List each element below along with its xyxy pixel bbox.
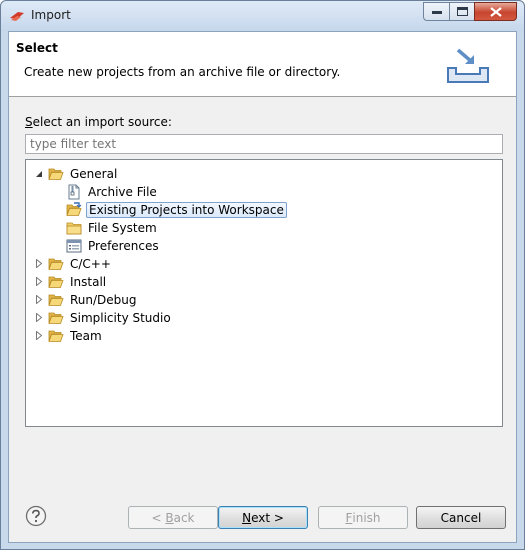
folder-open-icon xyxy=(48,310,64,326)
minimize-icon xyxy=(431,10,442,14)
tree-item-file-system[interactable]: File System xyxy=(66,219,159,236)
finish-button[interactable]: Finish xyxy=(318,506,408,529)
cancel-button[interactable]: Cancel xyxy=(416,506,506,529)
help-icon[interactable] xyxy=(25,505,47,527)
eclipse-app-icon xyxy=(10,12,24,21)
import-wizard-icon xyxy=(447,48,489,83)
tree-item-label: File System xyxy=(88,220,157,235)
back-button-mnemonic: B xyxy=(165,510,174,525)
collapsed-arrow-icon[interactable] xyxy=(34,313,44,323)
dialog-body: Select Create new projects from an archi… xyxy=(8,31,517,543)
back-button-prefix: < xyxy=(151,510,166,525)
folder-icon xyxy=(66,220,82,236)
folder-open-icon xyxy=(48,166,64,182)
folder-open-icon xyxy=(48,328,64,344)
collapsed-arrow-icon[interactable] xyxy=(34,259,44,269)
title-bar[interactable]: Import xyxy=(1,1,524,31)
back-button[interactable]: < Back xyxy=(128,506,218,529)
tree-item-archive-file[interactable]: Archive File xyxy=(66,183,159,200)
import-source-label: Select an import source: xyxy=(25,115,172,129)
archive-file-icon xyxy=(66,184,82,200)
page-description: Create new projects from an archive file… xyxy=(24,65,341,79)
collapsed-arrow-icon[interactable] xyxy=(34,295,44,305)
finish-button-label: inish xyxy=(352,510,381,525)
next-button-mnemonic: N xyxy=(242,510,252,525)
page-title: Select xyxy=(16,41,58,55)
back-button-label: ack xyxy=(173,510,195,525)
expanded-arrow-icon[interactable] xyxy=(34,169,44,179)
tree-item-install[interactable]: Install xyxy=(34,273,108,290)
tree-item-label: Simplicity Studio xyxy=(70,310,171,325)
tree-item-cpp[interactable]: C/C++ xyxy=(34,255,113,272)
folder-open-icon xyxy=(48,292,64,308)
collapsed-arrow-icon[interactable] xyxy=(34,277,44,287)
tree-item-label: Install xyxy=(70,274,107,289)
maximize-button[interactable] xyxy=(449,2,474,21)
tree-item-simplicity-studio[interactable]: Simplicity Studio xyxy=(34,309,173,326)
filter-input[interactable] xyxy=(25,134,503,154)
preferences-icon xyxy=(66,238,82,254)
tree-item-general[interactable]: General xyxy=(34,165,119,182)
tree-item-label: C/C++ xyxy=(70,256,111,271)
collapsed-arrow-icon[interactable] xyxy=(34,331,44,341)
tree-item-label: Team xyxy=(70,328,102,343)
tree-item-label: Preferences xyxy=(88,238,159,253)
import-source-tree[interactable]: General Archive File Existing Projects i… xyxy=(25,159,503,427)
close-button[interactable] xyxy=(474,2,517,21)
tree-item-team[interactable]: Team xyxy=(34,327,104,344)
tree-item-label: Existing Projects into Workspace xyxy=(86,201,287,218)
folder-open-icon xyxy=(48,256,64,272)
close-icon xyxy=(489,6,502,17)
import-source-label-text: elect an import source: xyxy=(32,115,172,129)
maximize-icon xyxy=(456,7,468,16)
window-title: Import xyxy=(31,8,71,22)
wizard-banner: Select Create new projects from an archi… xyxy=(9,32,516,97)
import-source-mnemonic: S xyxy=(25,115,33,129)
tree-item-label: Run/Debug xyxy=(70,292,137,307)
existing-projects-icon xyxy=(66,202,82,218)
tree-item-existing-projects[interactable]: Existing Projects into Workspace xyxy=(66,201,287,218)
tree-item-preferences[interactable]: Preferences xyxy=(66,237,161,254)
finish-button-mnemonic: F xyxy=(345,510,353,525)
next-button-label: ext > xyxy=(251,510,284,525)
folder-open-icon xyxy=(48,274,64,290)
tree-item-label: General xyxy=(70,166,118,181)
tree-item-run-debug[interactable]: Run/Debug xyxy=(34,291,139,308)
minimize-button[interactable] xyxy=(423,2,449,21)
import-dialog: Import Select Create new projects from a… xyxy=(0,0,525,550)
caption-buttons xyxy=(423,2,517,21)
tree-item-label: Archive File xyxy=(88,184,157,199)
next-button[interactable]: Next > xyxy=(218,506,308,529)
